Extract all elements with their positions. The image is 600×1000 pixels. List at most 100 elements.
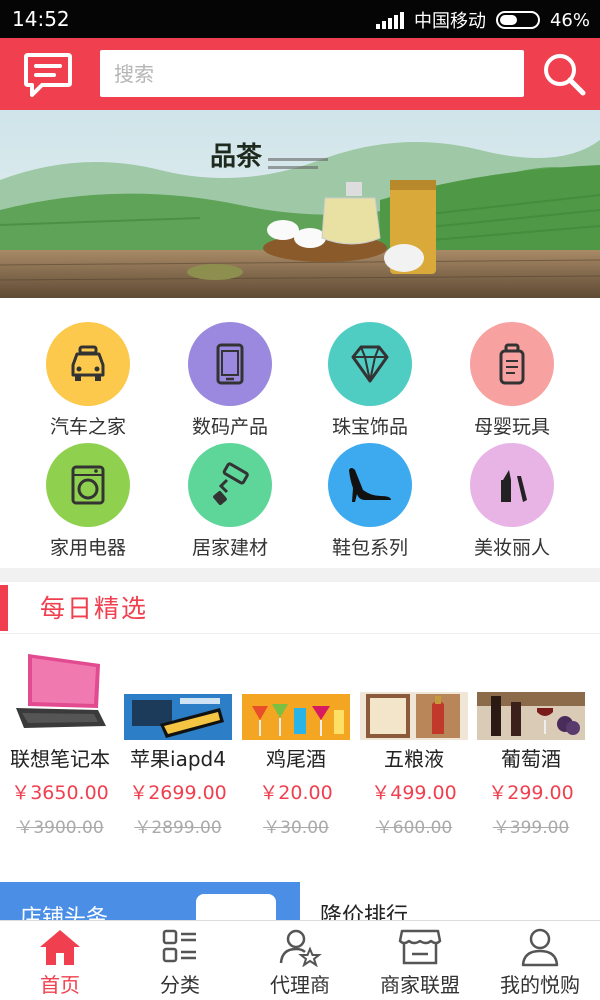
product-name: 鸡尾酒: [266, 747, 326, 771]
category-grid: 汽车之家 数码产品 珠宝饰品 母婴玩具 家用电器 居家建材 鞋包系列 美妆丽人: [0, 298, 600, 568]
tab-label: 代理商: [270, 973, 330, 997]
product-card-wine[interactable]: 葡萄酒 ￥299.00 ￥399.00: [472, 650, 590, 838]
product-price: ￥20.00: [259, 782, 333, 804]
status-indicators: 中国移动 46%: [375, 7, 590, 33]
bottom-tab-bar: 首页 分类 代理商 商家联盟 我的悦购: [0, 920, 600, 1000]
battery-icon: [495, 11, 540, 29]
product-price: ￥499.00: [371, 782, 457, 804]
signal-icon: [375, 11, 404, 29]
section-title: 每日精选: [40, 594, 149, 623]
category-item-car[interactable]: 汽车之家: [18, 322, 158, 439]
product-image: [242, 650, 350, 740]
high-heel-icon: [349, 468, 391, 502]
product-name: 五粮液: [384, 747, 444, 771]
tab-category[interactable]: 分类: [120, 921, 240, 1000]
search-box[interactable]: [100, 50, 524, 97]
product-original-price: ￥30.00: [263, 818, 329, 838]
product-price: ￥299.00: [488, 782, 574, 804]
section-accent-bar: [0, 585, 8, 631]
tab-label: 分类: [160, 973, 200, 997]
product-image: [6, 650, 114, 740]
category-label: 珠宝饰品: [331, 416, 408, 438]
laptop-image: [16, 654, 106, 728]
home-icon: [40, 930, 80, 965]
category-item-baby[interactable]: 母婴玩具: [442, 322, 582, 439]
product-original-price: ￥3900.00: [16, 818, 104, 838]
message-icon: [24, 53, 72, 97]
battery-percent: 46%: [549, 9, 590, 31]
category-baby-circle: [470, 322, 554, 406]
shop-headlines-title: 店铺头条: [20, 906, 109, 922]
product-original-price: ￥600.00: [375, 818, 453, 838]
price-drop-title: 降价排行: [320, 904, 409, 922]
liquor-box-image: [360, 692, 468, 740]
category-item-building[interactable]: 居家建材: [160, 443, 300, 560]
category-jewelry-circle: [328, 322, 412, 406]
category-car-circle: [46, 322, 130, 406]
daily-picks-header: 每日精选: [0, 582, 600, 634]
ipad-image: [124, 694, 232, 740]
message-button[interactable]: [22, 51, 74, 99]
product-price: ￥3650.00: [11, 782, 109, 804]
product-name: 葡萄酒: [501, 747, 561, 771]
category-label: 美妆丽人: [473, 537, 550, 559]
category-item-appliance[interactable]: 家用电器: [18, 443, 158, 560]
tab-label: 我的悦购: [500, 973, 580, 997]
tab-home[interactable]: 首页: [0, 921, 120, 1000]
product-card-cocktail[interactable]: 鸡尾酒 ￥20.00 ￥30.00: [237, 650, 355, 838]
category-label: 家用电器: [49, 537, 126, 559]
wine-image: [477, 692, 585, 740]
category-beauty-circle: [470, 443, 554, 527]
product-image: [360, 650, 468, 740]
category-label: 居家建材: [191, 537, 268, 559]
status-time: 14:52: [12, 7, 70, 31]
tab-label: 商家联盟: [380, 973, 460, 997]
category-label: 母婴玩具: [473, 416, 550, 438]
tab-agent[interactable]: 代理商: [240, 921, 360, 1000]
category-item-jewelry[interactable]: 珠宝饰品: [300, 322, 440, 439]
shop-headlines-banner[interactable]: 店铺头条: [0, 882, 300, 922]
category-appliance-circle: [46, 443, 130, 527]
tab-merchant-alliance[interactable]: 商家联盟: [360, 921, 480, 1000]
promo-banner[interactable]: 品茶: [0, 110, 600, 298]
category-item-digital[interactable]: 数码产品: [160, 322, 300, 439]
tab-my-account[interactable]: 我的悦购: [480, 921, 600, 1000]
category-item-shoes-bags[interactable]: 鞋包系列: [300, 443, 440, 560]
product-card-laptop[interactable]: 联想笔记本 ￥3650.00 ￥3900.00: [1, 650, 119, 838]
product-name: 苹果iapd4: [130, 747, 226, 771]
washing-machine-icon: [71, 465, 105, 505]
product-image: [124, 650, 232, 740]
category-digital-circle: [188, 322, 272, 406]
store-icon: [398, 929, 442, 965]
search-input[interactable]: [100, 50, 524, 97]
section-divider: [0, 568, 600, 582]
search-icon: [544, 54, 586, 96]
cocktail-image: [242, 694, 350, 740]
category-label: 汽车之家: [49, 416, 126, 438]
product-card-wuliangye[interactable]: 五粮液 ￥499.00 ￥600.00: [355, 650, 473, 838]
search-button[interactable]: [540, 50, 588, 98]
product-price: ￥2699.00: [129, 782, 227, 804]
tab-label: 首页: [40, 973, 80, 997]
status-bar: 14:52 中国移动 46%: [0, 0, 600, 38]
category-building-circle: [188, 443, 272, 527]
diamond-icon: [351, 345, 389, 383]
carrier-name: 中国移动: [413, 11, 486, 32]
user-icon: [521, 928, 559, 967]
baby-bottle-icon: [499, 343, 525, 385]
product-original-price: ￥399.00: [492, 818, 570, 838]
price-drop-banner[interactable]: 降价排行: [300, 882, 600, 922]
category-label: 数码产品: [191, 416, 268, 438]
category-item-beauty[interactable]: 美妆丽人: [442, 443, 582, 560]
tea-banner-image: 品茶: [0, 110, 600, 298]
category-shoes-circle: [328, 443, 412, 527]
banner-brand-text: 品茶: [210, 142, 263, 172]
category-icon: [162, 929, 196, 963]
product-name: 联想笔记本: [10, 747, 110, 771]
product-card-ipad[interactable]: 苹果iapd4 ￥2699.00 ￥2899.00: [119, 650, 237, 838]
agent-icon: [279, 929, 322, 967]
category-label: 鞋包系列: [331, 537, 408, 559]
product-original-price: ￥2899.00: [134, 818, 222, 838]
phone-icon: [216, 343, 244, 385]
phone-image: [196, 894, 276, 922]
